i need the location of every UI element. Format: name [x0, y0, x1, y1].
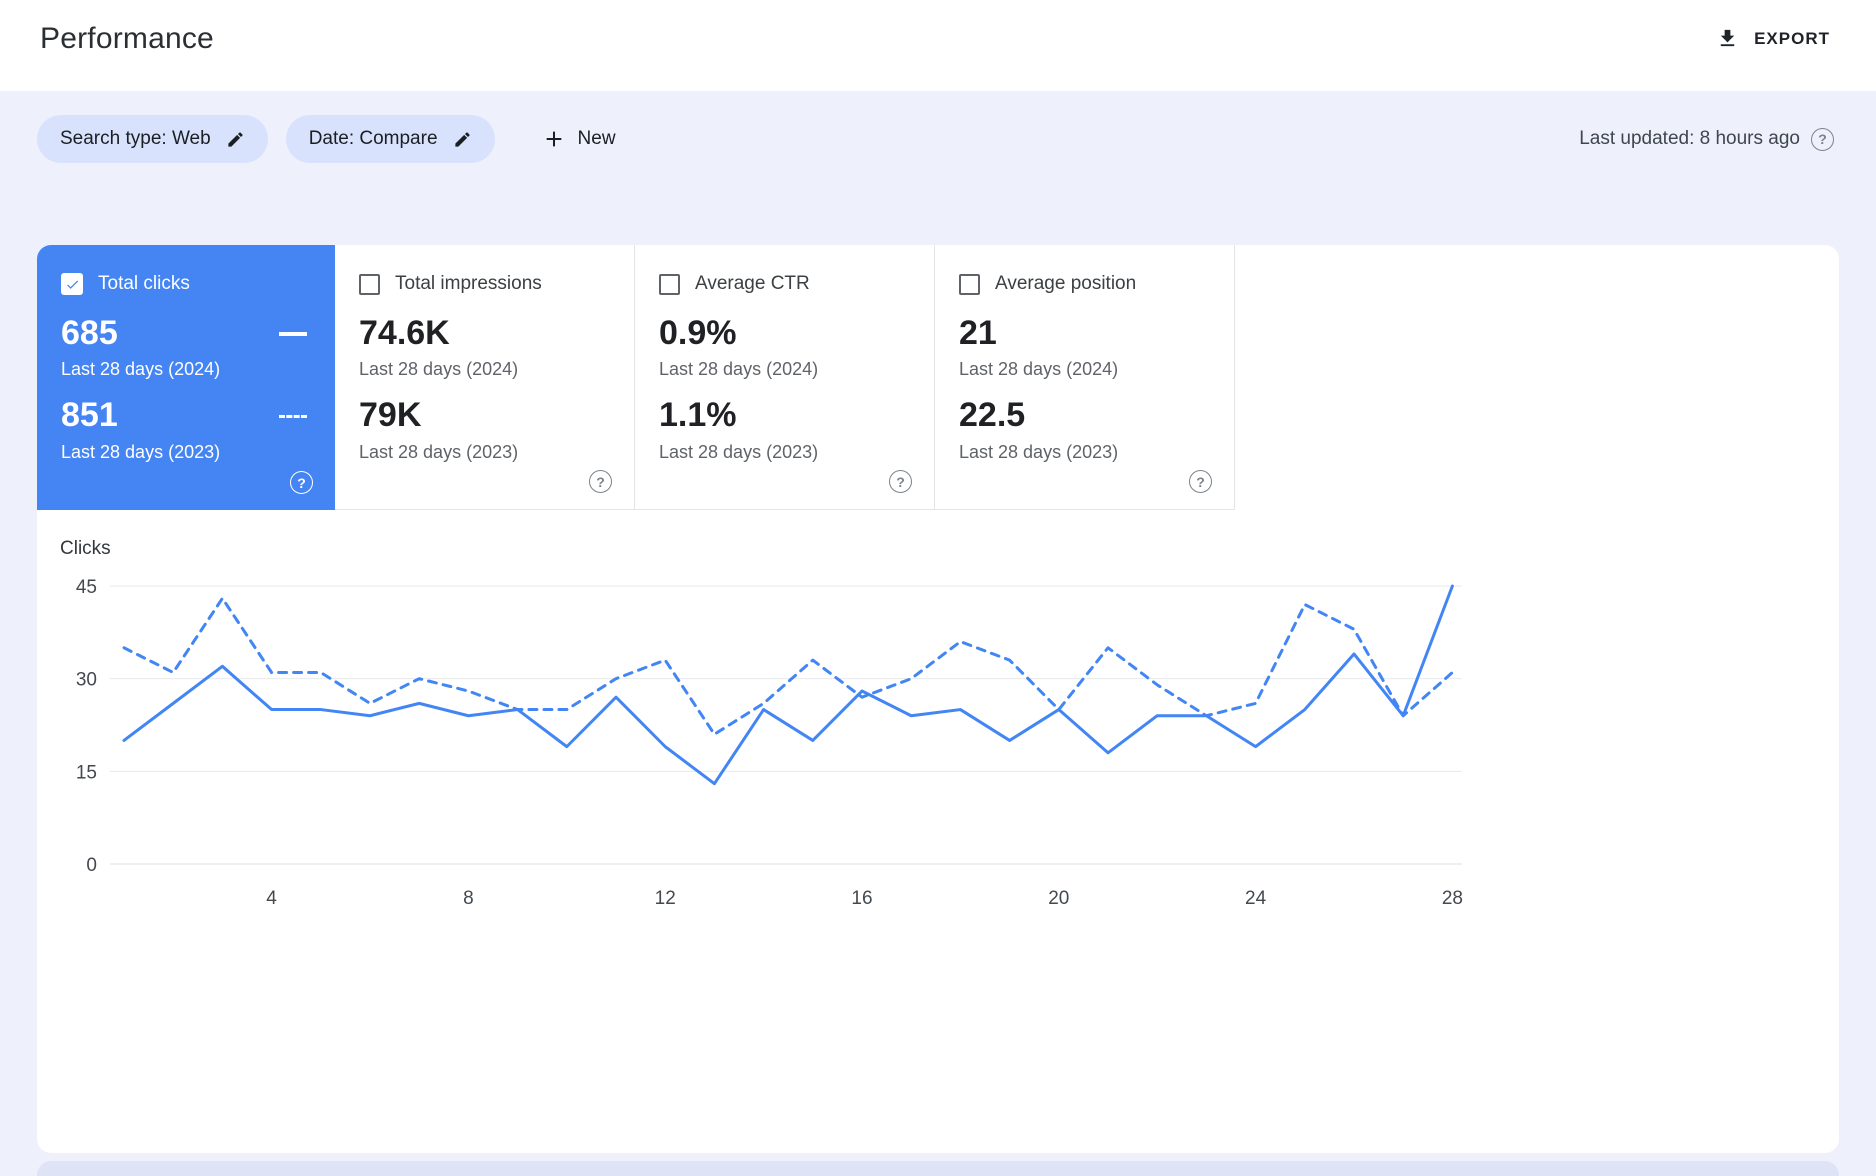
- svg-text:45: 45: [76, 577, 97, 598]
- svg-text:12: 12: [655, 888, 676, 909]
- last-updated-text: Last updated: 8 hours ago: [1579, 128, 1800, 150]
- metric-period-previous: Last 28 days (2023): [359, 442, 610, 463]
- solid-line-legend-icon: [279, 332, 307, 336]
- metric-period-current: Last 28 days (2024): [61, 359, 311, 380]
- metric-card-header: Total impressions: [359, 273, 610, 295]
- metric-cards-row: Total clicks 685 Last 28 days (2024) 851…: [37, 245, 1839, 510]
- export-label: EXPORT: [1754, 29, 1830, 49]
- svg-text:4: 4: [266, 888, 277, 909]
- performance-panel: Total clicks 685 Last 28 days (2024) 851…: [37, 245, 1839, 1153]
- metric-value-current: 74.6K: [359, 315, 450, 352]
- search-type-chip[interactable]: Search type: Web: [37, 115, 268, 163]
- svg-text:15: 15: [76, 762, 97, 783]
- metric-value-current: 0.9%: [659, 315, 737, 352]
- plus-icon: [543, 128, 565, 150]
- metric-card-average-ctr[interactable]: Average CTR 0.9% Last 28 days (2024) 1.1…: [635, 245, 935, 510]
- help-icon[interactable]: ?: [889, 470, 912, 493]
- metric-card-label: Total clicks: [98, 273, 190, 295]
- metric-period-previous: Last 28 days (2023): [61, 442, 311, 463]
- metric-period-current: Last 28 days (2024): [359, 359, 610, 380]
- metric-card-label: Total impressions: [395, 273, 542, 295]
- help-icon[interactable]: ?: [1811, 128, 1834, 151]
- metric-value-previous: 79K: [359, 397, 421, 434]
- help-icon[interactable]: ?: [1189, 470, 1212, 493]
- metric-card-header: Average CTR: [659, 273, 910, 295]
- metric-period-previous: Last 28 days (2023): [959, 442, 1210, 463]
- page-title: Performance: [40, 22, 214, 56]
- clicks-chart-section: Clicks 0 15 30 45 4 8 12 16 20 24 28: [37, 510, 1839, 917]
- metric-card-average-position[interactable]: Average position 21 Last 28 days (2024) …: [935, 245, 1235, 510]
- svg-text:8: 8: [463, 888, 474, 909]
- svg-text:24: 24: [1245, 888, 1267, 909]
- top-bar: Performance EXPORT: [0, 0, 1876, 91]
- last-updated-status: Last updated: 8 hours ago ?: [1579, 128, 1834, 151]
- metric-value-previous: 22.5: [959, 397, 1025, 434]
- next-section-panel-edge: [37, 1161, 1839, 1176]
- svg-text:28: 28: [1442, 888, 1463, 909]
- metric-value-current: 685: [61, 315, 118, 352]
- edit-pencil-icon: [453, 130, 472, 149]
- checkbox-unchecked-icon[interactable]: [359, 274, 380, 295]
- date-compare-chip-label: Date: Compare: [309, 128, 438, 150]
- new-filter-label: New: [578, 128, 616, 150]
- metric-card-total-impressions[interactable]: Total impressions 74.6K Last 28 days (20…: [335, 245, 635, 510]
- metric-card-label: Average CTR: [695, 273, 810, 295]
- svg-text:30: 30: [76, 670, 97, 691]
- metric-card-total-clicks[interactable]: Total clicks 685 Last 28 days (2024) 851…: [37, 245, 335, 510]
- metric-period-previous: Last 28 days (2023): [659, 442, 910, 463]
- metric-card-header: Average position: [959, 273, 1210, 295]
- metric-card-header: Total clicks: [61, 273, 311, 295]
- clicks-line-chart[interactable]: 0 15 30 45 4 8 12 16 20 24 28: [60, 572, 1500, 917]
- search-type-chip-label: Search type: Web: [60, 128, 211, 150]
- dashed-line-legend-icon: [279, 415, 307, 418]
- export-button[interactable]: EXPORT: [1716, 27, 1830, 50]
- metric-value-current: 21: [959, 315, 997, 352]
- filter-bar: Search type: Web Date: Compare New Last …: [0, 91, 1876, 163]
- metric-value-previous: 851: [61, 397, 118, 434]
- checkbox-checked-icon[interactable]: [61, 273, 83, 295]
- download-icon: [1716, 27, 1739, 50]
- help-icon[interactable]: ?: [589, 470, 612, 493]
- edit-pencil-icon: [226, 130, 245, 149]
- svg-text:0: 0: [86, 855, 97, 876]
- metric-period-current: Last 28 days (2024): [659, 359, 910, 380]
- date-compare-chip[interactable]: Date: Compare: [286, 115, 495, 163]
- chart-y-axis-title: Clicks: [60, 538, 1839, 560]
- metric-card-label: Average position: [995, 273, 1136, 295]
- help-icon[interactable]: ?: [290, 471, 313, 494]
- svg-text:16: 16: [851, 888, 872, 909]
- checkbox-unchecked-icon[interactable]: [659, 274, 680, 295]
- new-filter-button[interactable]: New: [543, 128, 616, 150]
- metric-value-previous: 1.1%: [659, 397, 737, 434]
- checkbox-unchecked-icon[interactable]: [959, 274, 980, 295]
- svg-text:20: 20: [1048, 888, 1069, 909]
- metric-period-current: Last 28 days (2024): [959, 359, 1210, 380]
